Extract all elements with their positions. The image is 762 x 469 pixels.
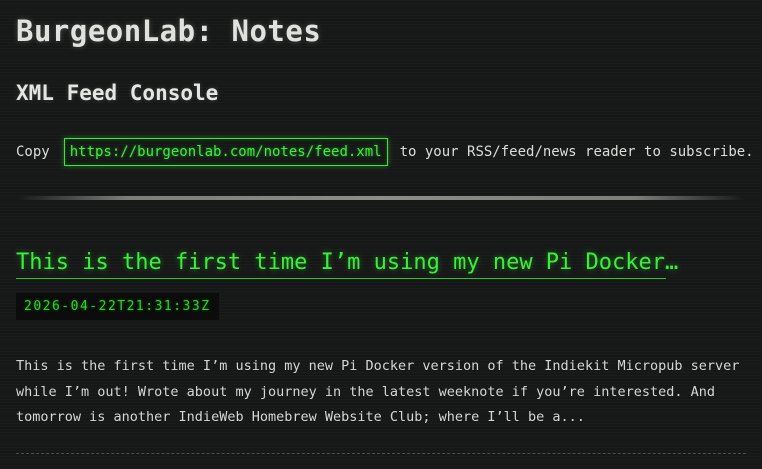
copy-prefix: Copy <box>16 144 50 160</box>
subscribe-instructions: Copy https://burgeonlab.com/notes/feed.x… <box>16 137 754 167</box>
copy-suffix: to your RSS/feed/news reader to subscrib… <box>399 144 754 160</box>
post-date-badge: 2026-04-22T21:31:33Z <box>16 293 219 320</box>
post-title-link[interactable]: This is the first time I’m using my new … <box>16 250 678 279</box>
feed-console-heading: XML Feed Console <box>16 81 219 105</box>
section-divider <box>18 196 744 200</box>
post-separator <box>16 453 746 454</box>
feed-url-link[interactable]: https://burgeonlab.com/notes/feed.xml <box>63 138 388 166</box>
site-title: BurgeonLab: Notes <box>16 14 322 48</box>
post-excerpt: This is the first time I’m using my new … <box>16 358 740 425</box>
